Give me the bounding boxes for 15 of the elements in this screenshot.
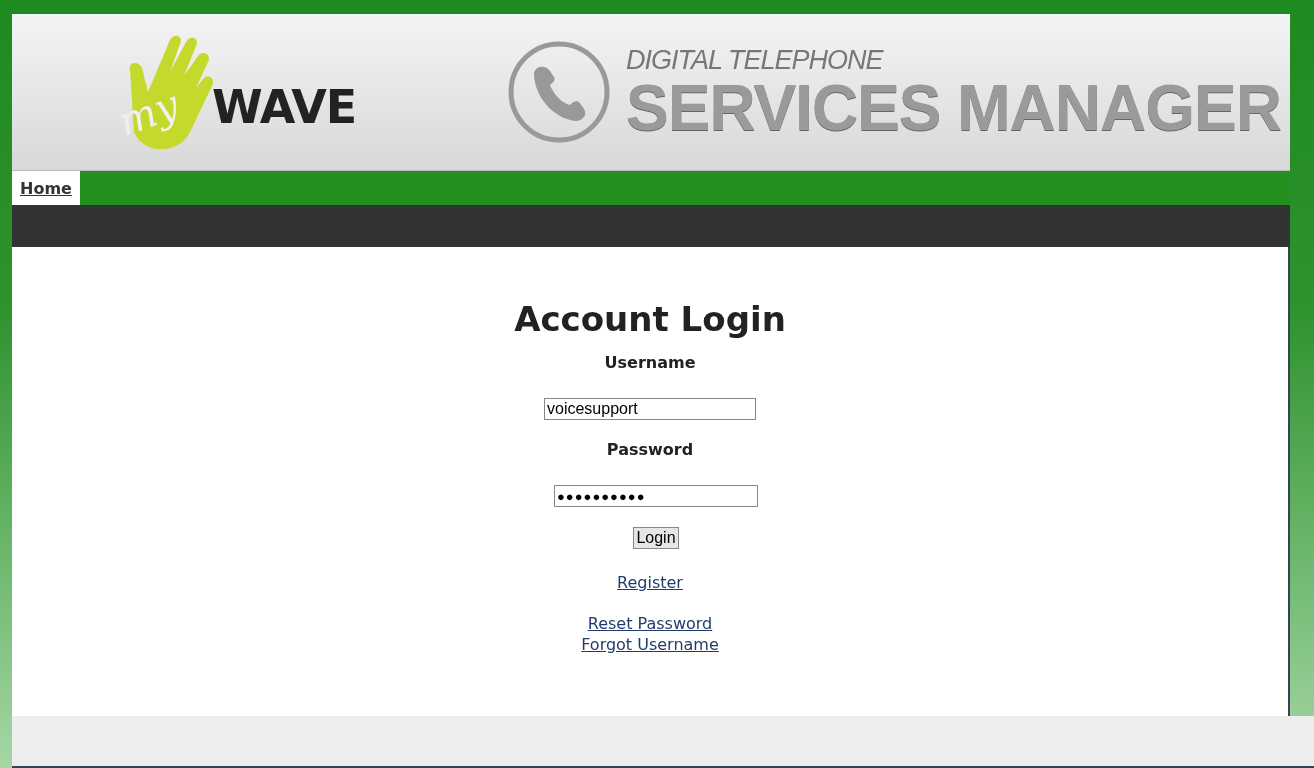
login-button[interactable]: Login [633, 527, 679, 549]
text-link[interactable]: Register [617, 573, 683, 592]
field-label: Password [606, 440, 694, 459]
banner-title: SERVICES MANAGER [626, 75, 1281, 140]
nav-tab[interactable]: Home [12, 171, 80, 205]
logo-wordmark: WAVE [212, 80, 357, 134]
page-heading: Account Login [514, 299, 786, 339]
banner-subtitle: DIGITAL TELEPHONE [626, 44, 885, 76]
logo-script: my [111, 81, 185, 145]
text-link[interactable]: Reset Password [587, 614, 713, 633]
password-field[interactable]: ●●●●●●●●●● [554, 485, 758, 507]
username-field[interactable]: voicesupport [544, 398, 756, 420]
field-label: Username [604, 353, 696, 372]
text-link[interactable]: Forgot Username [581, 635, 719, 654]
phone-icon [506, 39, 612, 145]
